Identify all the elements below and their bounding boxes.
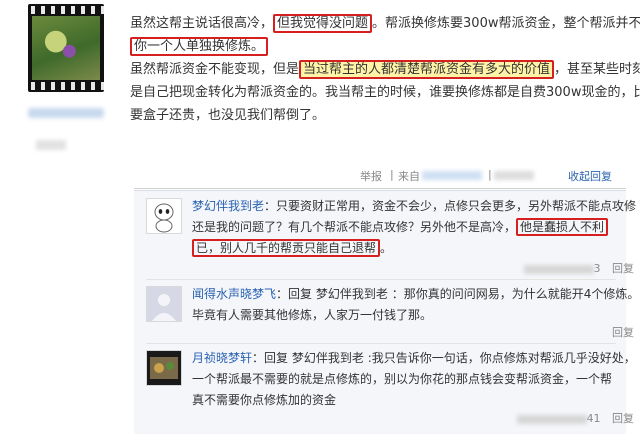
pipe-divider: | [488,168,492,181]
reply-content: 月祯晓梦轩：回复 梦幻伴我到老 :我只告诉你一句话，你点修炼对帮派几乎没好处， … [192,351,636,407]
avatar-image [32,16,100,80]
highlight-box: 他是蠢损人不利 [516,218,609,236]
poster-name-blurred[interactable] [28,108,104,118]
poster-level-blurred [36,140,66,150]
reply-meta: 回复 [612,324,634,340]
reply-avatar[interactable] [146,350,182,386]
robot-avatar-icon [154,203,174,233]
highlight-box: 你一个人单独换修炼。 [130,37,269,56]
film-avatar-icon [147,351,181,385]
post-line: 虽然帮派资金不能变现，但是当过帮主的人都清楚帮派资金有多大的价值，甚至某些时刻都 [130,60,640,79]
reply-button[interactable]: 回复 [612,326,634,339]
reply-meta: 41 回复 [516,410,634,426]
reply-separator [146,343,616,344]
reply-content: 闻得水声晓梦飞：回复 梦幻伴我到老 ：那你真的问问网易，为什么就能开4个修炼。 … [192,287,640,322]
highlight-box: 当过帮主的人都清楚帮派资金有多大的价值 [299,60,555,79]
reply-item: 闻得水声晓梦飞：回复 梦幻伴我到老 ：那你真的问问网易，为什么就能开4个修炼。 … [146,284,640,342]
reply-content: 梦幻伴我到老：只要资财正常用，资金不会少，点修只会更多，另外帮派不能点攻修 还是… [192,199,637,257]
highlight-box: 已，别人几千的帮贡只能自己退帮 [192,239,381,257]
highlight-box: 但我觉得没问题 [273,14,373,33]
reply-button[interactable]: 回复 [612,412,634,425]
post-content: 虽然这帮主说话很高冷， 但我觉得没问题 。帮派换修炼要300w帮派资金，整个帮派并不… [130,12,640,127]
from-label: 来自 [398,170,420,183]
reply-avatar[interactable] [146,286,182,322]
pipe-divider: | [390,168,394,181]
post-line: 是自己把现金转化为帮派资金的。我当帮主的时候，谁要换修炼都是自费300w现金的，… [130,85,640,100]
post-line: 要盒子还贵，也没见我们帮倒了。 [130,108,326,123]
source-blurred [422,170,482,183]
reply-username[interactable]: 梦幻伴我到老 [192,199,264,213]
reply-meta: 3 回复 [523,260,634,276]
reply-username[interactable]: 闻得水声晓梦飞 [192,287,276,301]
reply-avatar[interactable] [146,198,182,234]
post-line: 虽然这帮主说话很高冷， 但我觉得没问题 。帮派换修炼要300w帮派资金，整个帮派并不… [130,14,640,33]
post-action-bar: 举报 | 来自 | 收起回复 [360,165,620,185]
reply-button[interactable]: 回复 [612,262,634,275]
reply-username[interactable]: 月祯晓梦轩 [192,351,252,365]
reply-divider [134,188,626,189]
film-strip-top [28,6,104,14]
poster-avatar[interactable] [28,4,104,92]
collapse-reply-link[interactable]: 收起回复 [568,168,612,184]
reply-separator [146,279,616,280]
reply-target[interactable]: 梦幻伴我到老 [292,351,364,365]
post-line: 你一个人单独换修炼。 [130,35,630,58]
default-avatar-icon [147,287,181,321]
film-strip-bottom [28,82,104,90]
report-link[interactable]: 举报 [360,168,382,184]
reply-target[interactable]: 梦幻伴我到老 [316,287,388,301]
time-blurred [494,170,534,183]
